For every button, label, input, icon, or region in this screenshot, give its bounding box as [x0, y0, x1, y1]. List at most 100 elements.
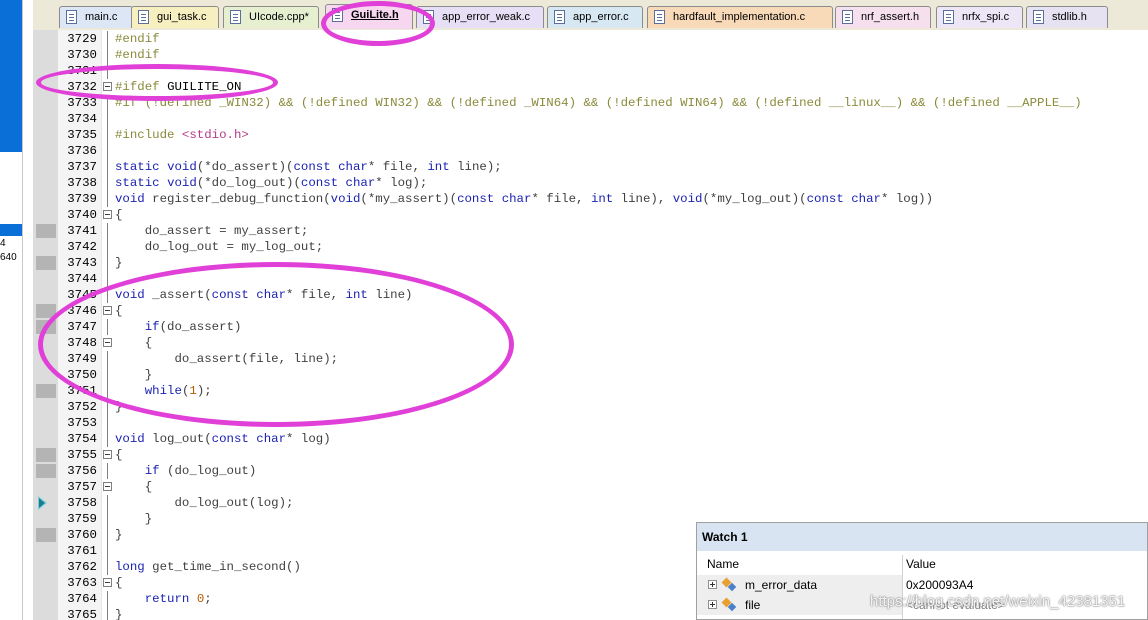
breakpoint-marker[interactable]: [36, 448, 56, 462]
code-line[interactable]: 3754 void log_out(const char* log): [33, 431, 1148, 447]
fold-guide: [107, 191, 108, 207]
tab-uicode-cpp[interactable]: UIcode.cpp*: [223, 6, 319, 28]
pane-divider[interactable]: [22, 0, 23, 620]
line-number: 3744: [67, 272, 97, 286]
file-tab-bar: main.c gui_task.c UIcode.cpp* GuiLite.h app_…: [33, 0, 1148, 31]
watch-title[interactable]: Watch 1: [697, 523, 1147, 551]
breakpoint-marker[interactable]: [36, 464, 56, 478]
tab-label: main.c: [85, 11, 118, 23]
code-line[interactable]: 3741 do_assert = my_assert;: [33, 223, 1148, 239]
code-line[interactable]: 3735 #include <stdio.h>: [33, 127, 1148, 143]
code-text: }: [115, 608, 123, 620]
code-text: return 0;: [144, 592, 212, 606]
tab-nrfx-spi-c[interactable]: nrfx_spi.c: [936, 6, 1023, 28]
code-line[interactable]: 3755 {: [33, 447, 1148, 463]
variable-icon: [722, 577, 736, 591]
code-text: }: [115, 512, 153, 526]
line-number: 3754: [67, 432, 97, 446]
line-number: 3759: [67, 512, 97, 526]
line-number: 3738: [67, 176, 97, 190]
fold-guide: [107, 31, 108, 47]
file-icon: [138, 10, 149, 24]
line-number: 3737: [67, 160, 97, 174]
fold-guide: [107, 607, 108, 620]
line-number: 3761: [67, 544, 97, 558]
file-icon: [1033, 10, 1044, 24]
fold-guide: [107, 127, 108, 143]
file-icon: [66, 10, 77, 24]
left-pane-fragment: 640: [0, 252, 17, 263]
code-line[interactable]: 3734: [33, 111, 1148, 127]
breakpoint-marker[interactable]: [36, 384, 56, 398]
fold-guide: [107, 271, 108, 287]
expand-icon[interactable]: [708, 600, 717, 609]
watch-header: Name Value: [697, 555, 1147, 575]
code-line[interactable]: 3757 {: [33, 479, 1148, 495]
code-line[interactable]: 3738 static void(*do_log_out)(const char*…: [33, 175, 1148, 191]
line-number: 3752: [67, 400, 97, 414]
tab-nrf-assert-h[interactable]: nrf_assert.h: [835, 6, 931, 28]
line-number: 3756: [67, 464, 97, 478]
line-number: 3735: [67, 128, 97, 142]
file-icon: [554, 10, 565, 24]
line-number: 3741: [67, 224, 97, 238]
code-line[interactable]: 3730 #endif: [33, 47, 1148, 63]
tab-gui-task-c[interactable]: gui_task.c: [131, 6, 219, 28]
breakpoint-marker[interactable]: [36, 528, 56, 542]
file-icon: [943, 10, 954, 24]
fold-guide: [107, 111, 108, 127]
tab-label: stdlib.h: [1052, 11, 1087, 23]
file-icon: [230, 10, 241, 24]
breakpoint-marker[interactable]: [36, 224, 56, 238]
execution-pointer-icon: [38, 496, 47, 510]
watch-col-name[interactable]: Name: [707, 557, 739, 571]
watermark: https://blog.csdn.net/weixin_42381351: [870, 593, 1126, 610]
tab-app-error-weak-c[interactable]: app_error_weak.c: [416, 6, 544, 28]
code-text: {: [115, 480, 153, 494]
code-line[interactable]: 3737 static void(*do_assert)(const char* …: [33, 159, 1148, 175]
fold-guide: [107, 175, 108, 191]
line-number: 3734: [67, 112, 97, 126]
code-text: #if (!defined _WIN32) && (!defined WIN32…: [115, 96, 1082, 110]
fold-collapse-icon[interactable]: [103, 482, 112, 491]
code-text: {: [115, 448, 123, 462]
line-number: 3743: [67, 256, 97, 270]
watch-row[interactable]: m_error_data 0x200093A4: [697, 575, 1147, 595]
breakpoint-marker[interactable]: [36, 256, 56, 270]
code-line[interactable]: 3740 {: [33, 207, 1148, 223]
expand-icon[interactable]: [708, 580, 717, 589]
left-pane-selection: [0, 0, 22, 152]
line-number: 3742: [67, 240, 97, 254]
code-text: if (do_log_out): [144, 464, 257, 478]
fold-guide: [107, 511, 108, 527]
line-number: 3753: [67, 416, 97, 430]
fold-collapse-icon[interactable]: [103, 210, 112, 219]
line-number: 3760: [67, 528, 97, 542]
code-text: }: [115, 528, 123, 542]
file-icon: [654, 10, 665, 24]
watch-row-name: file: [745, 598, 761, 612]
code-line[interactable]: 3756 if (do_log_out): [33, 463, 1148, 479]
file-icon: [842, 10, 853, 24]
line-number: 3739: [67, 192, 97, 206]
line-number: 3763: [67, 576, 97, 590]
code-text: void register_debug_function(void(*my_as…: [115, 192, 934, 206]
annotation-ellipse-ifdef: [36, 64, 278, 101]
tab-main-c[interactable]: main.c: [59, 6, 133, 28]
tab-label: UIcode.cpp*: [249, 11, 309, 23]
fold-collapse-icon[interactable]: [103, 450, 112, 459]
code-line[interactable]: 3742 do_log_out = my_log_out;: [33, 239, 1148, 255]
fold-guide: [107, 527, 108, 543]
fold-collapse-icon[interactable]: [103, 578, 112, 587]
code-line[interactable]: 3739 void register_debug_function(void(*m…: [33, 191, 1148, 207]
watch-col-value[interactable]: Value: [906, 557, 936, 571]
code-line[interactable]: 3758 do_log_out(log);: [33, 495, 1148, 511]
tab-app-error-c[interactable]: app_error.c: [547, 6, 643, 28]
tab-hardfault-implementation-c[interactable]: hardfault_implementation.c: [647, 6, 833, 28]
line-number: 3757: [67, 480, 97, 494]
code-line[interactable]: 3729 #endif: [33, 31, 1148, 47]
annotation-ellipse-tab: [321, 1, 435, 46]
tab-stdlib-h[interactable]: stdlib.h: [1026, 6, 1108, 28]
line-number: 3755: [67, 448, 97, 462]
code-line[interactable]: 3736: [33, 143, 1148, 159]
